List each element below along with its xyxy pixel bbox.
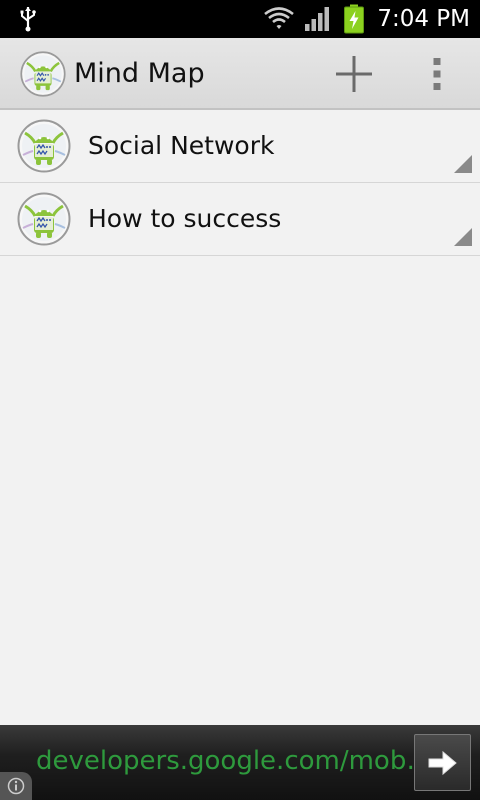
overflow-menu-button[interactable] [414,50,462,98]
usb-icon [20,7,36,32]
mind-map-list: Social Network How to success [0,110,480,256]
info-icon [7,777,25,795]
add-icon [336,56,372,92]
mind-map-logo-icon [17,119,71,173]
mind-map-logo-icon[interactable] [20,51,66,97]
corner-triangle-icon [454,228,472,246]
list-item[interactable]: Social Network [0,110,480,183]
list-item-label: Social Network [88,131,275,160]
overflow-menu-icon [433,58,441,90]
arrow-right-icon [428,750,457,776]
action-bar: Mind Map [0,38,480,110]
corner-triangle-icon [454,155,472,173]
ad-banner[interactable]: developers.google.com/mob… [0,725,480,800]
add-button[interactable] [330,50,378,98]
mind-map-logo-icon [17,192,71,246]
wifi-icon [264,7,294,29]
status-bar: 7:04 PM [0,0,480,38]
ad-link-text[interactable]: developers.google.com/mob… [36,743,432,779]
battery-charging-icon [344,4,364,34]
status-clock: 7:04 PM [377,6,470,32]
signal-icon [305,7,329,31]
ad-info-button[interactable] [0,772,32,800]
list-item-label: How to success [88,204,282,233]
ad-go-button[interactable] [414,734,471,791]
app-title: Mind Map [74,58,205,89]
list-item[interactable]: How to success [0,183,480,256]
